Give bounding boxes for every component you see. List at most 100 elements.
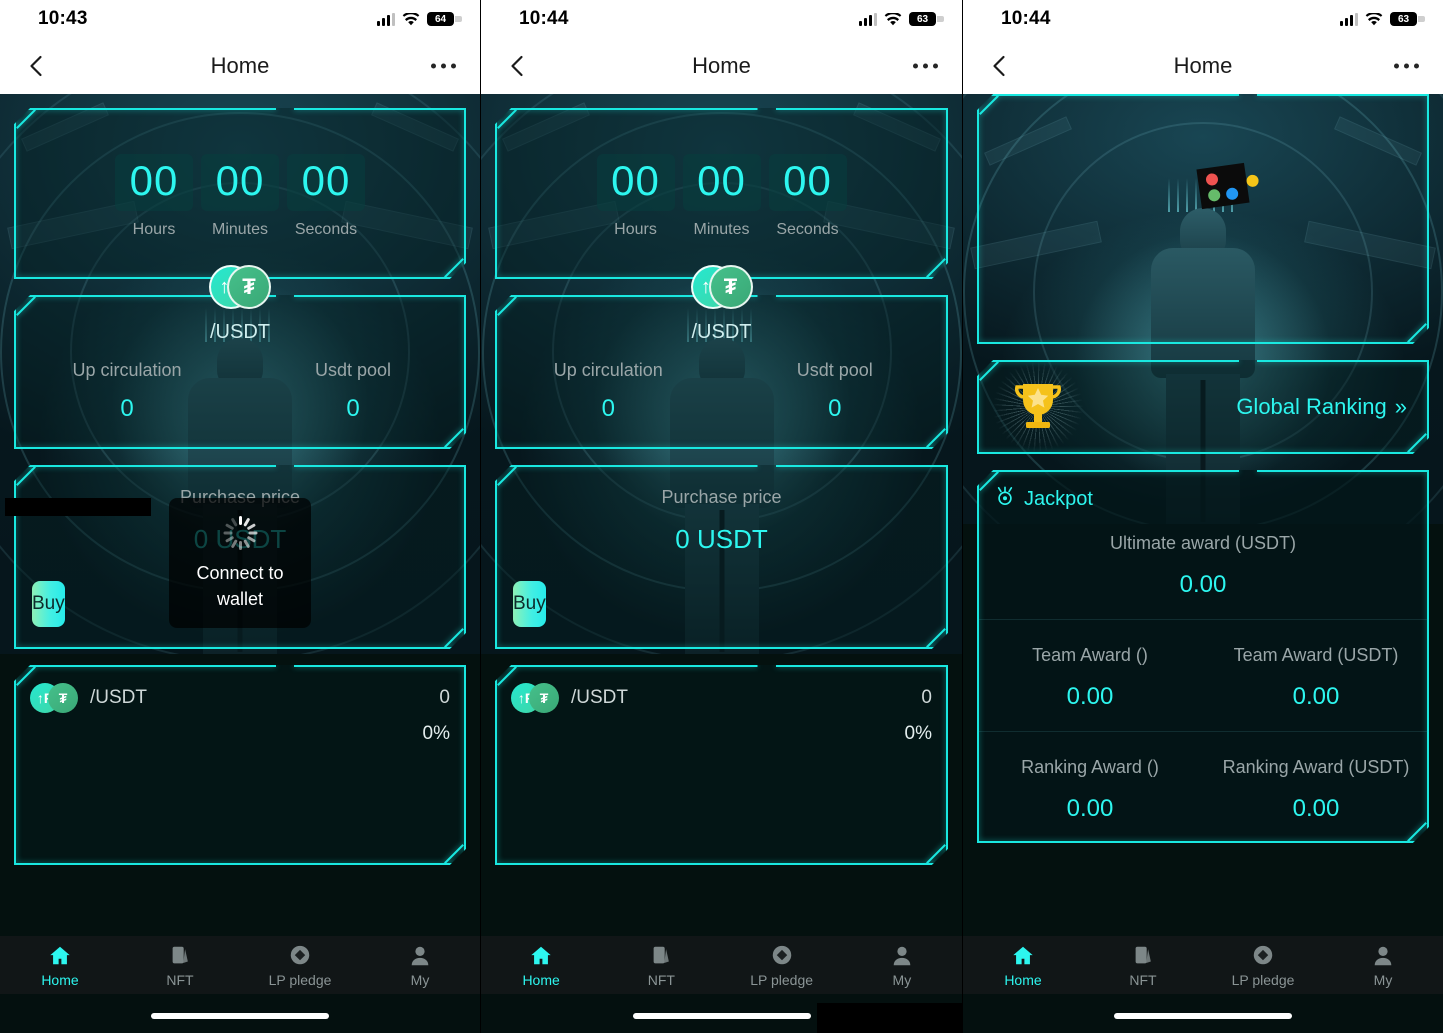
countdown-seconds-label: Seconds (776, 221, 839, 238)
tab-label: My (892, 971, 912, 988)
tab-my[interactable]: My (1323, 943, 1443, 988)
tab-nft[interactable]: NFT (601, 943, 721, 988)
screenshot-triptych: 10:43 64 Home 00 Hours 00 Minutes 00 Sec… (0, 0, 1443, 1033)
tab-nft[interactable]: NFT (120, 943, 240, 988)
tab-lp-pledge[interactable]: LP pledge (240, 943, 360, 988)
more-options-icon[interactable] (431, 63, 456, 69)
stat-value: 0 (120, 395, 134, 422)
stat-value: 0 (346, 395, 360, 422)
countdown-minutes: 00 Minutes (201, 154, 279, 239)
stat-usdt-pool: Usdt pool 0 (240, 360, 466, 423)
tab-home[interactable]: Home (0, 943, 120, 988)
tab-lp-pledge[interactable]: LP pledge (1203, 943, 1323, 988)
countdown-minutes-label: Minutes (211, 221, 269, 238)
chevron-right-double-icon: » (1394, 394, 1407, 419)
back-chevron-icon[interactable] (987, 53, 1013, 79)
countdown-seconds: 00 Seconds (287, 154, 365, 239)
bottom-tab-bar: Home NFT LP pledge My (481, 936, 962, 994)
cellular-signal-icon (859, 12, 877, 26)
buy-button[interactable]: Buy (513, 581, 546, 627)
person-icon (360, 943, 480, 969)
scroll-area[interactable]: 00 Hours 00 Minutes 00 Seconds ₮ /USDT U… (481, 94, 962, 1033)
nav-bar: Home (0, 38, 480, 94)
pair-list-panel: ↑P ₮ /USDT 0 0% (495, 665, 948, 865)
wifi-icon (1365, 12, 1383, 26)
app-content-3: Global Ranking » Jackpot Ultimate award … (963, 94, 1443, 1033)
jackpot-cell-value: 0.00 (1292, 795, 1340, 822)
countdown-hours: 00 Hours (597, 154, 675, 239)
jackpot-cell: Ranking Award (USDT) 0.00 (1203, 754, 1429, 823)
app-content-1: 0 0 Hours 00 Minutes 00 Seconds ₮ /USDT U… (0, 94, 480, 1033)
tab-my[interactable]: My (360, 943, 480, 988)
battery-icon: 63 (1390, 12, 1425, 26)
page-title: Home (692, 53, 751, 78)
home-icon (963, 943, 1083, 969)
tab-home[interactable]: Home (963, 943, 1083, 988)
battery-level: 63 (1397, 13, 1410, 25)
jackpot-cell-value: 0.00 (1066, 795, 1114, 822)
jackpot-cell: Ranking Award () 0.00 (977, 754, 1203, 823)
person-icon (842, 943, 962, 969)
pair-list-panel: ↑P ₮ /USDT 0 0% (14, 665, 466, 865)
status-time: 10:43 (38, 8, 88, 29)
back-chevron-icon[interactable] (505, 53, 531, 79)
pool-panel: /USDT Up circulation 0 Usdt pool 0 (495, 295, 948, 449)
pair-name: /USDT (571, 687, 628, 708)
scroll-area[interactable]: Global Ranking » Jackpot Ultimate award … (963, 94, 1443, 1033)
tab-home[interactable]: Home (481, 943, 601, 988)
tab-label: NFT (1129, 971, 1157, 988)
pair-token-icons: ↑P ₮ (511, 683, 559, 713)
wifi-icon (402, 12, 420, 26)
countdown-seconds-label: Seconds (294, 221, 358, 238)
jackpot-panel: Jackpot Ultimate award (USDT) 0.00 Team … (977, 470, 1429, 843)
usdt-tether-icon: ₮ (529, 683, 559, 713)
jackpot-row-ranking: Ranking Award () 0.00 Ranking Award (USD… (977, 731, 1429, 843)
list-item[interactable]: ↑P ₮ /USDT 0 (495, 665, 948, 715)
home-indicator (151, 1013, 329, 1019)
phone-screen-2: 10:44 63 Home 00 Hours 00 Minutes 00 Sec… (481, 0, 963, 1033)
status-icons: 63 (1340, 12, 1425, 26)
countdown-hours-label: Hours (132, 221, 176, 238)
tab-label: LP pledge (268, 971, 332, 988)
connect-wallet-toast: Connect to wallet (169, 498, 311, 629)
lp-diamond-icon (1203, 943, 1323, 969)
jackpot-title: Jackpot (1024, 487, 1093, 510)
stat-label: Usdt pool (796, 360, 873, 380)
token-pair-badge: ↑P ₮ (690, 265, 753, 309)
countdown-panel: 00 Hours 00 Minutes 00 Seconds (495, 108, 948, 279)
tab-nft[interactable]: NFT (1083, 943, 1203, 988)
cellular-signal-icon (1340, 12, 1358, 26)
jackpot-cell: Ultimate award (USDT) 0.00 (977, 530, 1429, 599)
more-options-icon[interactable] (1394, 63, 1419, 69)
buy-button[interactable]: Buy (32, 581, 65, 627)
pair-percent: 0% (904, 723, 932, 744)
tab-lp-pledge[interactable]: LP pledge (722, 943, 842, 988)
global-ranking-banner[interactable]: Global Ranking » (977, 360, 1429, 454)
battery-level: 64 (434, 13, 447, 25)
phone-screen-3: 10:44 63 Home Global Ranking » Jackpot U… (963, 0, 1443, 1033)
global-ranking-label-group: Global Ranking » (1236, 394, 1407, 420)
pool-panel: /USDT Up circulation 0 Usdt pool 0 (14, 295, 466, 449)
phone-screen-1: 10:43 64 Home 00 Hours 00 Minutes 00 Sec… (0, 0, 481, 1033)
jackpot-cell-value: 0.00 (1066, 683, 1114, 710)
pair-token-icons: ↑P ₮ (30, 683, 78, 713)
battery-icon: 63 (909, 12, 944, 26)
toast-message: Connect to wallet (196, 563, 284, 610)
more-options-icon[interactable] (913, 63, 938, 69)
countdown-hours-label: Hours (614, 221, 657, 238)
tab-my[interactable]: My (842, 943, 962, 988)
token-pair-badge: ↑P ₮ (209, 265, 271, 309)
usdt-tether-icon: ₮ (48, 683, 78, 713)
stat-value: 0 (601, 395, 615, 422)
status-icons: 63 (859, 12, 944, 26)
hero-panel (977, 94, 1429, 344)
jackpot-cell-label: Ultimate award (USDT) (1109, 533, 1297, 553)
home-icon (0, 943, 120, 969)
countdown-hours-value: 00 (597, 154, 675, 211)
list-item[interactable]: ↑P ₮ /USDT 0 (14, 665, 466, 715)
jackpot-cell: Team Award (USDT) 0.00 (1203, 642, 1429, 711)
back-chevron-icon[interactable] (24, 53, 50, 79)
countdown-seconds: 00 Seconds (769, 154, 847, 239)
home-indicator-area (0, 994, 480, 1033)
purchase-panel: Purchase price 0 USDT Buy (495, 465, 948, 649)
